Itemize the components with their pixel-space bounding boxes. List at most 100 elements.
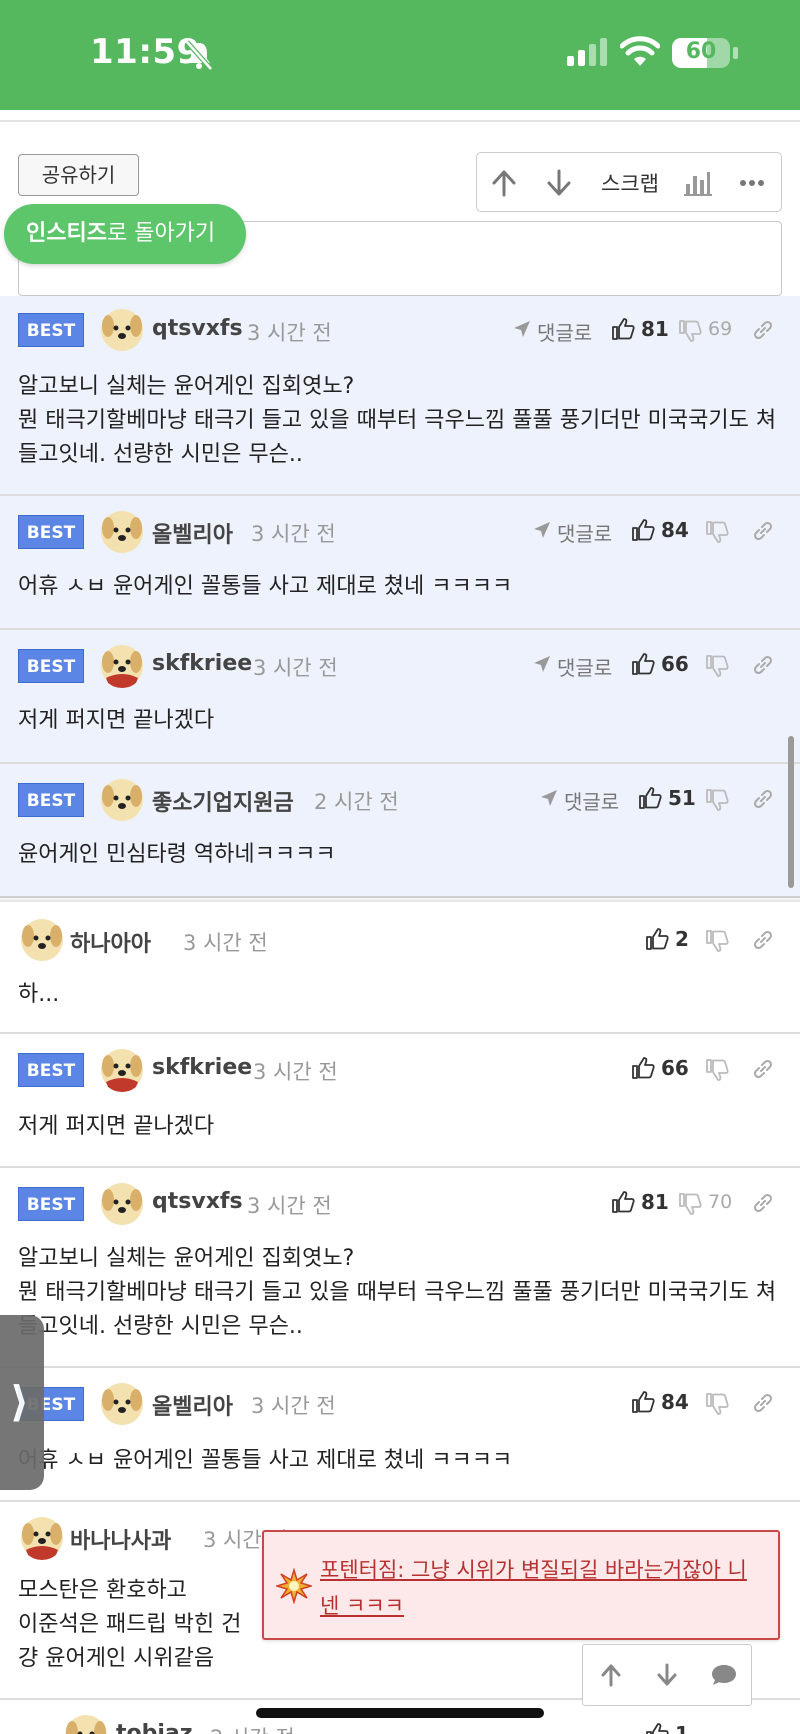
- post-toolbar: 스크랩: [476, 152, 782, 212]
- link-icon[interactable]: [752, 1392, 774, 1414]
- avatar: [101, 1183, 143, 1225]
- comment-author[interactable]: 올벨리아: [152, 517, 233, 549]
- home-indicator: [256, 1708, 544, 1718]
- thumbs-up-icon[interactable]: [611, 1190, 635, 1214]
- thumbs-down-icon[interactable]: [705, 654, 729, 678]
- comment-text: 어휴 ㅅㅂ 윤어게인 꼴통들 사고 제대로 쳤네 ㅋㅋㅋㅋ: [18, 574, 513, 599]
- back-to-instiz-button[interactable]: 인스티즈로 돌아가기: [4, 204, 246, 264]
- best-badge: BEST: [18, 313, 84, 347]
- like-count: 2: [675, 927, 689, 951]
- best-comment: BEST skfkriee 3 시간 전 댓글로 66 저게 퍼지면 끝나겠다: [0, 630, 800, 764]
- comment-time: 3 시간 전: [251, 1394, 336, 1418]
- link-icon[interactable]: [752, 319, 774, 341]
- like-count: 84: [661, 518, 689, 542]
- comment-author[interactable]: 좋소기업지원금: [152, 785, 294, 817]
- comment-author[interactable]: 하나아아: [70, 926, 151, 958]
- comment-author[interactable]: skfkriee: [152, 651, 252, 676]
- thumbs-up-icon[interactable]: [645, 1722, 669, 1734]
- reply-icon[interactable]: [539, 788, 559, 808]
- reply-button[interactable]: 댓글로: [557, 518, 612, 547]
- avatar: [101, 1383, 143, 1425]
- battery-icon: 60: [672, 38, 730, 68]
- thumbs-up-icon[interactable]: [611, 317, 635, 341]
- comment-author[interactable]: 올벨리아: [152, 1389, 233, 1421]
- link-icon[interactable]: [752, 654, 774, 676]
- like-count: 51: [668, 786, 696, 810]
- link-icon[interactable]: [752, 788, 774, 810]
- scrollbar-thumb[interactable]: [788, 736, 794, 888]
- arrow-down-icon[interactable]: [655, 1663, 679, 1687]
- comment: BEST qtsvxfs 3 시간 전 81 70 알고보니 실체는 윤어게인 …: [0, 1168, 800, 1368]
- best-comment: BEST 올벨리아 3 시간 전 댓글로 84 어휴 ㅅㅂ 윤어게인 꼴통들 사…: [0, 496, 800, 630]
- comment-author[interactable]: qtsvxfs: [152, 316, 243, 341]
- reply-icon[interactable]: [532, 520, 552, 540]
- reply-button[interactable]: 댓글로: [537, 317, 592, 346]
- floating-nav-bar: [582, 1644, 752, 1706]
- thumbs-up-icon[interactable]: [631, 1390, 655, 1414]
- arrow-up-icon[interactable]: [599, 1663, 623, 1687]
- scrap-button[interactable]: 스크랩: [601, 168, 659, 198]
- avatar: [21, 919, 63, 961]
- comment-time: 2 시간 전: [210, 1722, 295, 1734]
- like-count: 84: [661, 1390, 689, 1414]
- comment-time: 2 시간 전: [314, 790, 399, 814]
- dislike-count: 69: [708, 318, 733, 340]
- battery-level: 60: [685, 39, 717, 64]
- thumbs-down-icon[interactable]: [705, 520, 729, 544]
- thumbs-down-icon[interactable]: [678, 319, 702, 343]
- thumbs-up-icon[interactable]: [631, 518, 655, 542]
- thumbs-down-icon[interactable]: [705, 788, 729, 812]
- like-count: 66: [661, 652, 689, 676]
- notification-link[interactable]: 포텐터짐: 그냥 시위가 변질되길 바라는거잖아 니넨 ㅋㅋㅋ: [320, 1552, 760, 1624]
- comment-text: 알고보니 실체는 윤어게인 집회엿노? 뭔 태극기할베마냥 태극기 들고 있을 …: [18, 374, 777, 467]
- like-count: 66: [661, 1056, 689, 1080]
- thumbs-down-icon[interactable]: [705, 929, 729, 953]
- share-button[interactable]: 공유하기: [18, 154, 139, 196]
- like-count: 1: [675, 1722, 689, 1734]
- comment-author[interactable]: qtsvxfs: [152, 1189, 243, 1214]
- arrow-up-icon[interactable]: [489, 168, 519, 198]
- explosion-icon: [276, 1568, 312, 1604]
- arrow-down-icon[interactable]: [544, 168, 574, 198]
- best-comment: BEST 좋소기업지원금 2 시간 전 댓글로 51 윤어게인 민심타령 역하네…: [0, 764, 800, 896]
- comment-author[interactable]: tobiaz: [116, 1721, 193, 1734]
- wifi-icon: [620, 36, 660, 66]
- avatar: [101, 779, 143, 821]
- side-panel-handle[interactable]: ⟩: [0, 1315, 44, 1490]
- best-badge: BEST: [18, 1053, 84, 1087]
- best-badge: BEST: [18, 649, 84, 683]
- comment-author[interactable]: 바나나사과: [70, 1523, 171, 1555]
- best-comment: BEST qtsvxfs 3 시간 전 댓글로 81 69 알고보니 실체는 윤…: [0, 296, 800, 496]
- reply-button[interactable]: 댓글로: [564, 786, 619, 815]
- comment-author[interactable]: skfkriee: [152, 1055, 252, 1080]
- reply-icon[interactable]: [512, 319, 532, 339]
- link-icon[interactable]: [752, 520, 774, 542]
- reply-button[interactable]: 댓글로: [557, 652, 612, 681]
- link-icon[interactable]: [752, 1192, 774, 1214]
- comment-bubble-icon[interactable]: [711, 1663, 737, 1687]
- thumbs-down-icon[interactable]: [705, 1058, 729, 1082]
- thumbs-up-icon[interactable]: [645, 927, 669, 951]
- more-icon[interactable]: [739, 179, 765, 187]
- thumbs-down-icon[interactable]: [705, 1392, 729, 1416]
- thumbs-up-icon[interactable]: [638, 786, 662, 810]
- comment-time: 3 시간 전: [247, 1194, 332, 1218]
- battery-tip: [733, 47, 738, 59]
- thumbs-up-icon[interactable]: [631, 1056, 655, 1080]
- thumbs-down-icon[interactable]: [678, 1192, 702, 1216]
- bar-chart-icon[interactable]: [684, 170, 712, 196]
- thumbs-up-icon[interactable]: [631, 652, 655, 676]
- reply-icon[interactable]: [532, 654, 552, 674]
- avatar: [21, 1517, 63, 1560]
- avatar: [101, 309, 143, 351]
- cellular-signal-icon: [567, 38, 607, 66]
- best-badge: BEST: [18, 783, 84, 817]
- best-badge: BEST: [18, 1187, 84, 1221]
- comment-text: 알고보니 실체는 윤어게인 집회엿노? 뭔 태극기할베마냥 태극기 들고 있을 …: [18, 1246, 777, 1339]
- link-icon[interactable]: [752, 1058, 774, 1080]
- status-bar: 11:59 60: [0, 0, 800, 110]
- like-count: 81: [641, 317, 669, 341]
- link-icon[interactable]: [752, 929, 774, 951]
- notification-popup[interactable]: 포텐터짐: 그냥 시위가 변질되길 바라는거잖아 니넨 ㅋㅋㅋ: [262, 1530, 780, 1640]
- avatar: [101, 1049, 143, 1092]
